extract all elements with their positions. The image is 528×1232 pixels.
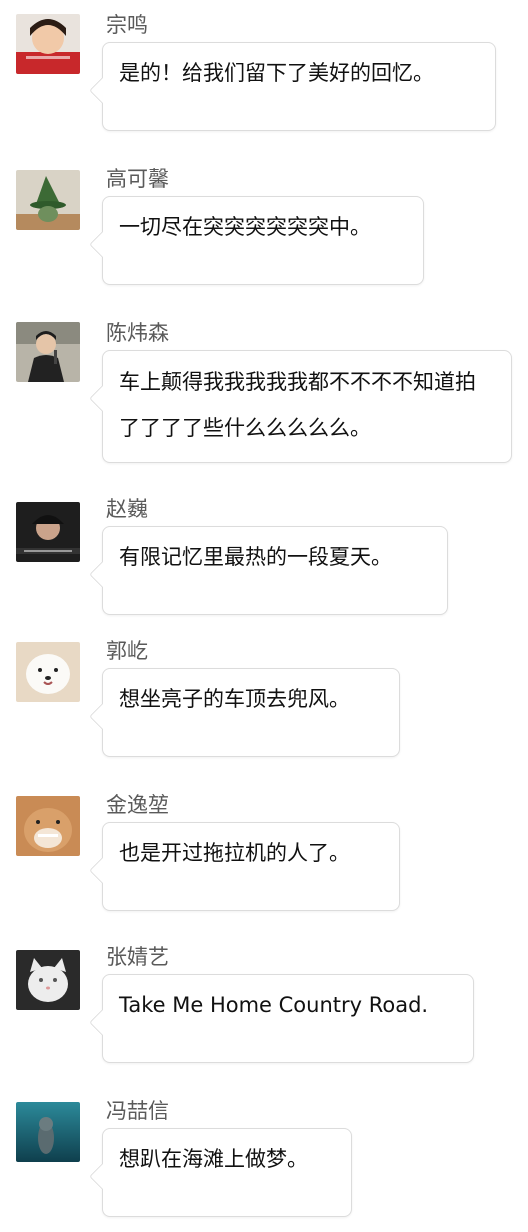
bubble-tail: [89, 1009, 116, 1036]
message-text: 有限记忆里最热的一段夏天。: [119, 545, 392, 569]
message-text: 想趴在海滩上做梦。: [119, 1147, 308, 1171]
message-bubble[interactable]: Take Me Home Country Road.: [89, 974, 474, 1063]
sender-name: 高可馨: [106, 167, 169, 191]
avatar-image: [16, 502, 80, 562]
message-text: 是的！给我们留下了美好的回忆。: [119, 61, 434, 85]
sender-name: 赵巍: [106, 497, 148, 521]
message-bubble[interactable]: 一切尽在突突突突突突中。: [89, 196, 424, 285]
avatar-image: [16, 170, 80, 230]
bubble-tail: [89, 231, 116, 258]
white-cat-avatar[interactable]: [16, 950, 80, 1010]
avatar-image: [16, 14, 80, 74]
message-text: 一切尽在突突突突突突中。: [119, 215, 371, 239]
green-hat-figure-avatar[interactable]: [16, 170, 80, 230]
avatar-image: [16, 322, 80, 382]
message-bubble[interactable]: 也是开过拖拉机的人了。: [89, 822, 400, 911]
message-text: Take Me Home Country Road.: [119, 993, 429, 1017]
avatar-image: [16, 642, 80, 702]
sender-name: 张婧艺: [106, 945, 169, 969]
message-bubble[interactable]: 想坐亮子的车顶去兜风。: [89, 668, 400, 757]
bubble-tail: [89, 77, 116, 104]
bubble-tail: [89, 1163, 116, 1190]
message-text: 想坐亮子的车顶去兜风。: [119, 687, 350, 711]
girl-red-sweater-avatar[interactable]: [16, 14, 80, 74]
bubble-tail: [89, 703, 116, 730]
message-text: 也是开过拖拉机的人了。: [119, 841, 350, 865]
sender-name: 郭屹: [106, 639, 148, 663]
message-bubble[interactable]: 想趴在海滩上做梦。: [89, 1128, 352, 1217]
bubble-tail: [89, 857, 116, 884]
sender-name: 宗鸣: [106, 13, 148, 37]
singer-microphone-avatar[interactable]: [16, 322, 80, 382]
avatar-image: [16, 796, 80, 856]
seal-underwater-avatar[interactable]: [16, 1102, 80, 1162]
message-bubble[interactable]: 车上颠得我我我我我都不不不不知道拍了了了了些什么么么么么。: [89, 350, 512, 463]
sender-name: 冯喆信: [106, 1099, 169, 1123]
message-bubble[interactable]: 有限记忆里最热的一段夏天。: [89, 526, 448, 615]
sender-name: 陈炜森: [106, 321, 169, 345]
bubble-tail: [89, 385, 116, 412]
bubble-tail: [89, 561, 116, 588]
shiba-dog-avatar[interactable]: [16, 796, 80, 856]
man-in-cap-avatar[interactable]: [16, 502, 80, 562]
samoyed-dog-avatar[interactable]: [16, 642, 80, 702]
avatar-image: [16, 950, 80, 1010]
message-text: 车上颠得我我我我我都不不不不知道拍了了了了些什么么么么么。: [119, 370, 476, 440]
sender-name: 金逸堃: [106, 793, 169, 817]
message-bubble[interactable]: 是的！给我们留下了美好的回忆。: [89, 42, 496, 131]
avatar-image: [16, 1102, 80, 1162]
